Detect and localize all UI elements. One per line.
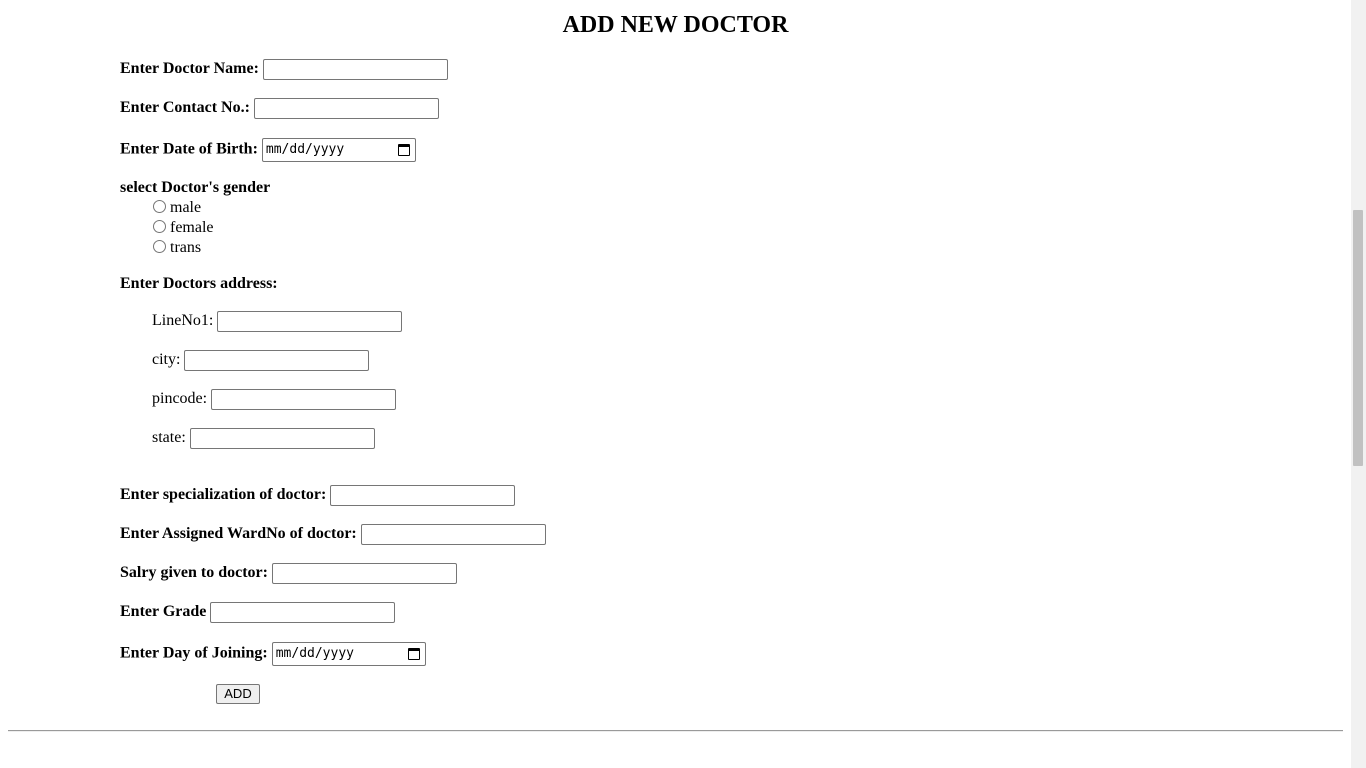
gender-option-trans[interactable]: trans [152,238,201,258]
doctor-name-input[interactable] [262,59,448,80]
dob-date-input[interactable]: mm/dd/yyyy [261,138,416,162]
state-row: state: [152,428,375,449]
contact-label: Enter Contact No.: [120,99,250,117]
add-doctor-page: ADD NEW DOCTOR Enter Doctor Name: Enter … [0,0,1351,768]
radio-female-label: female [170,219,214,236]
address-heading: Enter Doctors address: [120,275,278,292]
city-row: city: [152,350,370,371]
radio-trans-label: trans [170,239,202,256]
pincode-label: pincode: [152,390,208,408]
dob-placeholder: mm/dd/yyyy [265,142,345,157]
city-label: city: [152,351,181,369]
vertical-scrollbar[interactable] [1351,0,1366,768]
joining-row: Enter Day of Joining: mm/dd/yyyy [120,642,426,666]
state-label: state: [152,429,186,447]
salary-input[interactable] [271,563,457,584]
doctor-name-label: Enter Doctor Name: [120,60,259,78]
address-line1-input[interactable] [217,311,403,332]
gender-option-female[interactable]: female [152,218,214,238]
ward-row: Enter Assigned WardNo of doctor: [120,524,546,545]
joining-label: Enter Day of Joining: [120,644,268,662]
page-title: ADD NEW DOCTOR [562,12,789,38]
contact-row: Enter Contact No.: [120,98,439,119]
salary-label: Salry given to doctor: [120,564,268,582]
divider [8,730,1343,732]
gender-heading: select Doctor's gender [120,179,271,196]
pincode-row: pincode: [152,389,397,410]
pincode-input[interactable] [211,389,397,410]
gender-option-male[interactable]: male [152,198,201,218]
radio-female[interactable] [153,220,166,233]
contact-input[interactable] [253,98,439,119]
specialization-row: Enter specialization of doctor: [120,485,516,506]
specialization-label: Enter specialization of doctor: [120,486,327,504]
grade-label: Enter Grade [120,603,207,621]
salary-row: Salry given to doctor: [120,563,457,584]
dob-label: Enter Date of Birth: [120,140,258,158]
specialization-input[interactable] [330,485,516,506]
radio-male[interactable] [153,200,166,213]
grade-input[interactable] [210,602,396,623]
ward-input[interactable] [360,524,546,545]
dob-row: Enter Date of Birth: mm/dd/yyyy [120,138,416,162]
doctor-name-row: Enter Doctor Name: [120,59,448,80]
joining-date-input[interactable]: mm/dd/yyyy [271,642,426,666]
radio-male-label: male [170,199,202,216]
ward-label: Enter Assigned WardNo of doctor: [120,525,357,543]
address-line1-row: LineNo1: [152,311,403,332]
add-button[interactable]: ADD [216,684,260,704]
address-line1-label: LineNo1: [152,312,214,330]
radio-trans[interactable] [153,240,166,253]
state-input[interactable] [189,428,375,449]
grade-row: Enter Grade [120,602,396,623]
scrollbar-thumb[interactable] [1353,210,1363,466]
calendar-icon[interactable] [397,144,410,156]
joining-placeholder: mm/dd/yyyy [275,646,354,661]
city-input[interactable] [184,350,370,371]
calendar-icon[interactable] [407,648,420,660]
